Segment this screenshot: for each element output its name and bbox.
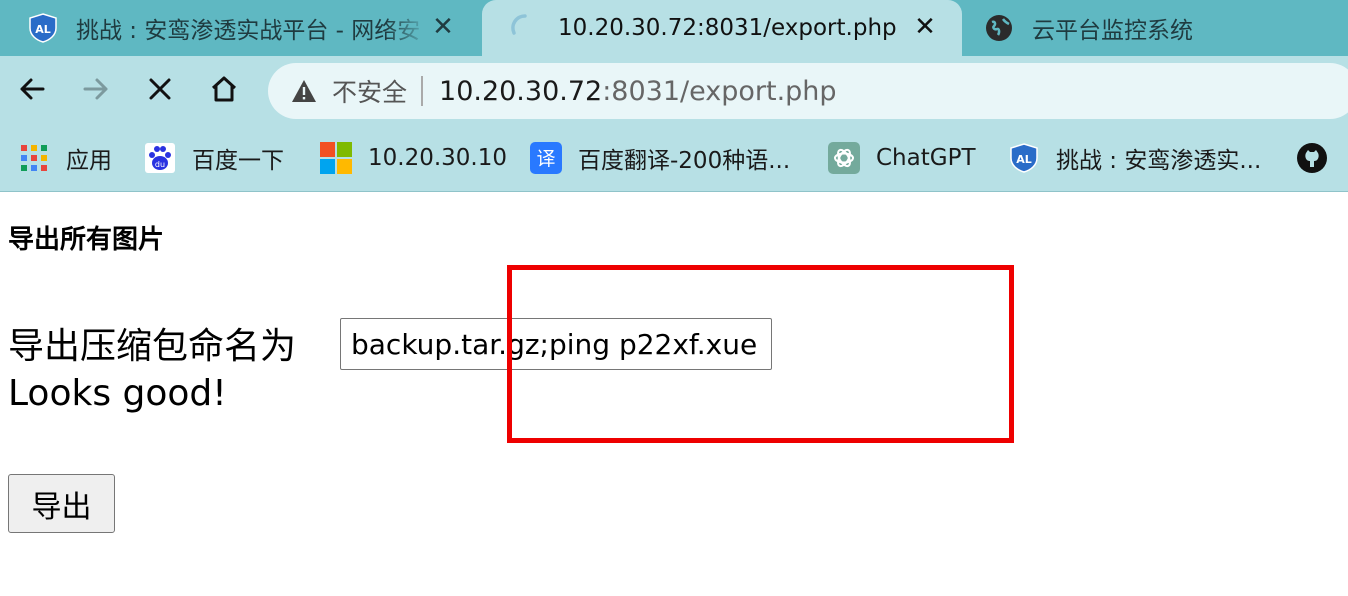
close-tab-icon[interactable]: ✕ [910,12,940,42]
bookmark-label: 应用 [66,148,112,174]
url-divider [421,76,424,106]
tab-title: 挑战 : 安鸾渗透实战平台 - 网络安 [76,18,421,44]
bookmark-label: 10.20.30.10 [368,145,507,171]
svg-text:du: du [155,160,165,169]
bookmark-baidu-translate[interactable]: 译 百度翻译-200种语... [530,138,790,178]
browser-toolbar: 不安全 10.20.30.72 :8031/export.php [0,56,1348,126]
home-icon [209,74,239,108]
url-path: :8031/export.php [602,75,837,107]
close-tab-icon[interactable]: ✕ [428,12,458,42]
svg-text:译: 译 [536,148,555,170]
bookmark-anluan-challenge[interactable]: AL 挑战 : 安鸾渗透实... [1008,138,1261,178]
filename-label: 导出压缩包命名为 [8,326,297,367]
tab-title: 云平台监控系统 [1032,18,1193,44]
apps-grid-icon [18,142,50,174]
bookmarks-bar: 应用 du 百度一下 10.20.30.10 译 百度翻译-200种语... C… [0,126,1348,192]
tab-export-php[interactable]: 10.20.30.72:8031/export.php ✕ [482,0,962,56]
svg-text:AL: AL [35,23,51,36]
page-heading: 导出所有图片 [8,225,165,255]
svg-text:AL: AL [1016,153,1032,166]
bookmark-baidu[interactable]: du 百度一下 [144,138,284,178]
security-label[interactable]: 不安全 [332,73,407,109]
anluan-logo-icon: AL [28,13,58,43]
close-icon [145,74,175,108]
stop-loading-button[interactable] [138,69,182,113]
status-message: Looks good! [8,373,227,414]
anluan-logo-icon: AL [1008,142,1040,174]
translate-icon: 译 [530,142,562,174]
globe-icon [984,13,1014,43]
forward-button[interactable] [74,69,118,113]
bookmark-github[interactable] [1296,138,1344,178]
chatgpt-icon [828,142,860,174]
bookmark-label: 百度一下 [192,148,284,174]
tab-anluan-challenge[interactable]: AL 挑战 : 安鸾渗透实战平台 - 网络安 ✕ [0,0,480,56]
tab-strip: AL 挑战 : 安鸾渗透实战平台 - 网络安 ✕ 10.20.30.72:803… [0,0,1348,56]
bookmark-10-20-30-10[interactable]: 10.20.30.10 [320,138,507,178]
bookmark-label: ChatGPT [876,145,976,171]
url-host: 10.20.30.72 [439,75,603,107]
tab-cloud-monitor[interactable]: 云平台监控系统 [966,0,1346,56]
bookmark-label: 百度翻译-200种语... [578,148,791,174]
windows-logo-icon [320,142,352,174]
warning-triangle-icon[interactable] [290,77,318,105]
bookmark-label: 挑战 : 安鸾渗透实... [1056,148,1262,174]
arrow-right-icon [81,74,111,108]
tab-title: 10.20.30.72:8031/export.php [558,15,897,41]
loading-spinner-icon [510,13,540,43]
bookmark-apps[interactable]: 应用 [18,138,112,178]
page-content: 导出所有图片 导出压缩包命名为 Looks good! 导出 [0,193,1348,596]
export-button[interactable]: 导出 [8,474,115,533]
baidu-paw-icon: du [144,142,176,174]
home-button[interactable] [202,69,246,113]
arrow-left-icon [17,74,47,108]
filename-input[interactable] [340,318,772,370]
address-bar[interactable]: 不安全 10.20.30.72 :8031/export.php [268,63,1348,119]
github-icon [1296,142,1328,174]
bookmark-chatgpt[interactable]: ChatGPT [828,138,976,178]
back-button[interactable] [10,69,54,113]
